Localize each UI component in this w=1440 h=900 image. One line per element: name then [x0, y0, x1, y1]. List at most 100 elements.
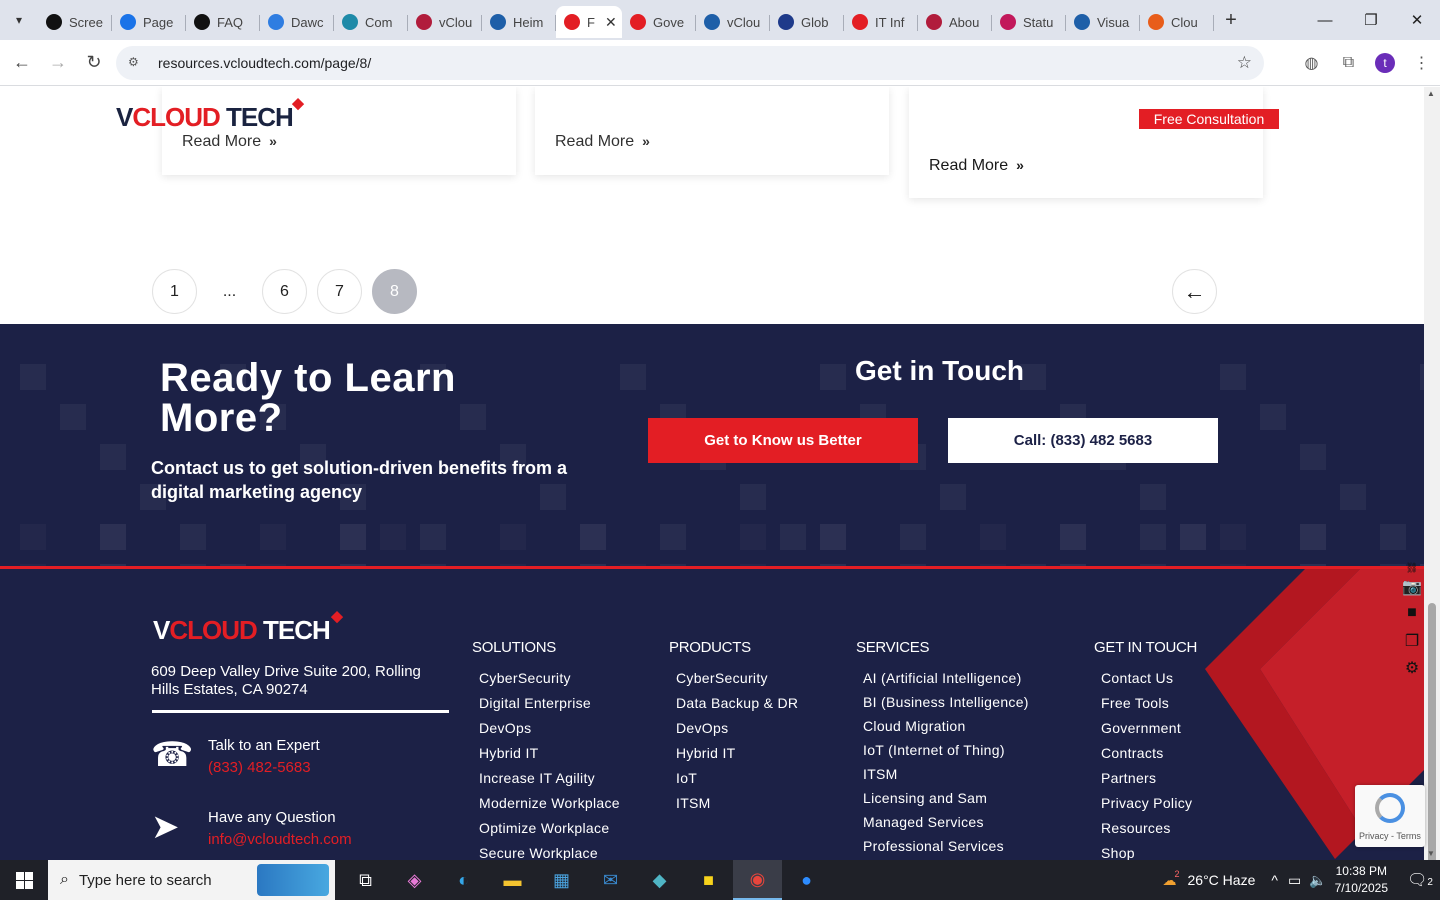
browser-tab[interactable]: Page — [112, 6, 186, 38]
footer-link[interactable]: BI (Business Intelligence) — [863, 694, 1029, 718]
free-consultation-button[interactable]: Free Consultation — [1139, 109, 1279, 129]
maximize-button[interactable]: ❐ — [1348, 0, 1394, 40]
footer-link[interactable]: ITSM — [676, 795, 798, 820]
close-window-button[interactable]: ✕ — [1394, 0, 1440, 40]
footer-link[interactable]: DevOps — [479, 720, 620, 745]
read-more-link[interactable]: Read More» — [182, 133, 277, 151]
scroll-up-arrow-icon[interactable]: ▲ — [1427, 89, 1435, 98]
taskbar-search[interactable]: ⌕ Type here to search — [48, 860, 335, 900]
scroll-down-arrow-icon[interactable]: ▼ — [1427, 849, 1435, 858]
page-link-6[interactable]: 6 — [262, 269, 307, 314]
browser-tab[interactable]: Com — [334, 6, 408, 38]
minimize-button[interactable]: — — [1302, 0, 1348, 40]
footer-link[interactable]: Hybrid IT — [676, 745, 798, 770]
footer-link[interactable]: IoT — [676, 770, 798, 795]
recaptcha-badge[interactable]: Privacy - Terms — [1355, 785, 1425, 847]
browser-tab[interactable]: Heim — [482, 6, 556, 38]
footer-link[interactable]: DevOps — [676, 720, 798, 745]
footer-link[interactable]: Professional Services — [863, 838, 1029, 860]
app-icon[interactable]: ◆ — [635, 860, 684, 900]
reload-button[interactable]: ↻ — [76, 45, 112, 81]
email-link[interactable]: info@vcloudtech.com — [208, 829, 352, 851]
profile-avatar[interactable]: t — [1375, 53, 1395, 73]
browser-tab[interactable]: Abou — [918, 6, 992, 38]
footer-link[interactable]: Contact Us — [1101, 670, 1197, 695]
read-more-link[interactable]: Read More» — [555, 133, 650, 151]
read-more-link[interactable]: Read More» — [929, 157, 1024, 175]
previous-page-button[interactable]: ← — [1172, 269, 1217, 314]
forward-button[interactable]: → — [40, 45, 76, 81]
footer-link[interactable]: Partners — [1101, 770, 1197, 795]
browser-tab[interactable]: FAQ — [186, 6, 260, 38]
tab-active[interactable]: F ✕ — [556, 6, 622, 38]
browser-tab[interactable]: Visua — [1066, 6, 1140, 38]
site-logo[interactable]: VCLOUD TECH ◆ — [116, 95, 304, 133]
footer-link[interactable]: Cloud Migration — [863, 718, 1029, 742]
browser-tab[interactable]: vClou — [408, 6, 482, 38]
footer-link[interactable]: Modernize Workplace — [479, 795, 620, 820]
back-button[interactable]: ← — [4, 45, 40, 81]
page-link-7[interactable]: 7 — [317, 269, 362, 314]
notification-center-icon[interactable]: 🗨2 — [1400, 870, 1440, 890]
video-icon[interactable]: ■ — [1400, 604, 1424, 631]
clock[interactable]: 10:38 PM 7/10/2025 — [1335, 863, 1388, 897]
footer-link[interactable]: Licensing and Sam — [863, 790, 1029, 814]
footer-link[interactable]: Free Tools — [1101, 695, 1197, 720]
file-explorer-icon[interactable]: ▬ — [488, 860, 537, 900]
browser-tab[interactable]: Clou — [1140, 6, 1214, 38]
browser-tab[interactable]: Statu — [992, 6, 1066, 38]
browser-tab[interactable]: IT Inf — [844, 6, 918, 38]
recaptcha-terms[interactable]: Privacy - Terms — [1359, 831, 1421, 841]
weather-widget[interactable]: ☁ 2 26°C Haze — [1162, 869, 1255, 889]
browser-tab[interactable]: Scree — [38, 6, 112, 38]
expert-phone-link[interactable]: (833) 482-5683 — [208, 757, 320, 779]
footer-logo[interactable]: VCLOUD TECH ◆ — [153, 608, 343, 646]
browser-tab[interactable]: Gove — [622, 6, 696, 38]
site-info-icon[interactable]: ⚙ — [128, 55, 144, 71]
volume-icon[interactable]: 🔈 — [1309, 872, 1326, 889]
sticky-notes-icon[interactable]: ■ — [684, 860, 733, 900]
tab-search-button[interactable]: ▾ — [0, 0, 38, 40]
footer-link[interactable]: Digital Enterprise — [479, 695, 620, 720]
window-icon[interactable]: ❐ — [1400, 631, 1424, 658]
browser-tab[interactable]: Dawc — [260, 6, 334, 38]
translate-icon[interactable]: ◍ — [1293, 53, 1330, 73]
footer-link[interactable]: CyberSecurity — [676, 670, 798, 695]
zoom-icon[interactable]: ● — [782, 860, 831, 900]
close-tab-icon[interactable]: ✕ — [605, 14, 617, 31]
edge-icon[interactable]: ◐ — [439, 860, 488, 900]
footer-link[interactable]: Optimize Workplace — [479, 820, 620, 845]
tray-chevron-icon[interactable]: ^ — [1271, 872, 1278, 888]
copilot-icon[interactable]: ◈ — [390, 860, 439, 900]
browser-menu-icon[interactable]: ⋮ — [1403, 53, 1440, 73]
mail-icon[interactable]: ✉ — [586, 860, 635, 900]
footer-link[interactable]: CyberSecurity — [479, 670, 620, 695]
footer-link[interactable]: Increase IT Agility — [479, 770, 620, 795]
footer-link[interactable]: Government — [1101, 720, 1197, 745]
camera-icon[interactable]: 📷 — [1400, 577, 1424, 604]
link-icon[interactable]: ⛓ — [1400, 563, 1424, 577]
get-to-know-button[interactable]: Get to Know us Better — [648, 418, 918, 463]
footer-link[interactable]: Secure Workplace — [479, 845, 620, 860]
footer-link[interactable]: Shop — [1101, 845, 1197, 860]
footer-link[interactable]: Resources — [1101, 820, 1197, 845]
task-view-icon[interactable]: ⧉ — [341, 860, 390, 900]
footer-link[interactable]: AI (Artificial Intelligence) — [863, 670, 1029, 694]
page-scrollbar[interactable]: ▲ ▼ — [1424, 87, 1440, 865]
footer-link[interactable]: Privacy Policy — [1101, 795, 1197, 820]
address-bar[interactable]: ⚙ resources.vcloudtech.com/page/8/ ☆ — [116, 46, 1264, 80]
browser-tab[interactable]: Glob — [770, 6, 844, 38]
call-button[interactable]: Call: (833) 482 5683 — [948, 418, 1218, 463]
extensions-icon[interactable]: ⧉ — [1330, 54, 1367, 72]
network-icon[interactable]: ▭ — [1288, 872, 1301, 889]
page-link-1[interactable]: 1 — [152, 269, 197, 314]
store-icon[interactable]: ▦ — [537, 860, 586, 900]
bookmark-star-icon[interactable]: ☆ — [1237, 53, 1252, 73]
new-tab-button[interactable]: + — [1216, 9, 1246, 32]
settings-gear-icon[interactable]: ⚙ — [1400, 658, 1424, 685]
footer-link[interactable]: Managed Services — [863, 814, 1029, 838]
footer-link[interactable]: Contracts — [1101, 745, 1197, 770]
start-button[interactable] — [0, 860, 48, 900]
browser-tab[interactable]: vClou — [696, 6, 770, 38]
footer-link[interactable]: IoT (Internet of Thing) — [863, 742, 1029, 766]
